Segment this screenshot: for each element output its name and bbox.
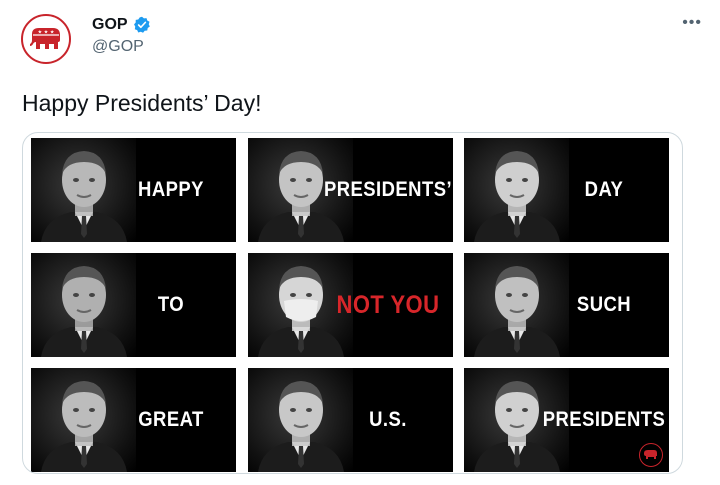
grid-tile: PRESIDENTS’ (248, 138, 453, 242)
elephant-logo-icon: ★ ★ ★ (30, 28, 60, 49)
grid-tile: PRESIDENTS (464, 368, 669, 472)
grid-tile: DAY (464, 138, 669, 242)
tile-word: NOT YOU (336, 290, 440, 319)
tile-word: SUCH (576, 293, 632, 316)
grid-tile: SUCH (464, 253, 669, 357)
svg-text:★ ★ ★: ★ ★ ★ (38, 30, 55, 36)
tile-word: U.S. (369, 408, 407, 431)
grid-tile: U.S. (248, 368, 453, 472)
tweet-header: ★ ★ ★ GOP @GOP ••• (0, 0, 720, 80)
account-name-row[interactable]: GOP (92, 16, 151, 34)
tweet-media[interactable]: HAPPY PRESIDENTS’ DAY TO NOT YOU SUCH GREAT U.S… (22, 132, 683, 474)
grid-tile: HAPPY (31, 138, 236, 242)
profile-avatar[interactable]: ★ ★ ★ (21, 14, 71, 64)
tile-word: HAPPY (138, 178, 204, 201)
grid-tile: TO (31, 253, 236, 357)
tile-word: DAY (584, 178, 624, 201)
verified-badge-icon (133, 16, 150, 33)
tweet-text: Happy Presidents’ Day! (22, 90, 262, 116)
grid-tile: NOT YOU (248, 253, 453, 357)
tile-word: PRESIDENTS’ (323, 178, 453, 201)
account-name[interactable]: GOP (92, 16, 128, 34)
tile-word: GREAT (138, 408, 204, 431)
tile-word: TO (157, 293, 185, 316)
grid-tile: GREAT (31, 368, 236, 472)
gop-seal-icon (639, 443, 663, 467)
more-options-icon[interactable]: ••• (682, 14, 702, 32)
account-handle[interactable]: @GOP (92, 38, 144, 56)
